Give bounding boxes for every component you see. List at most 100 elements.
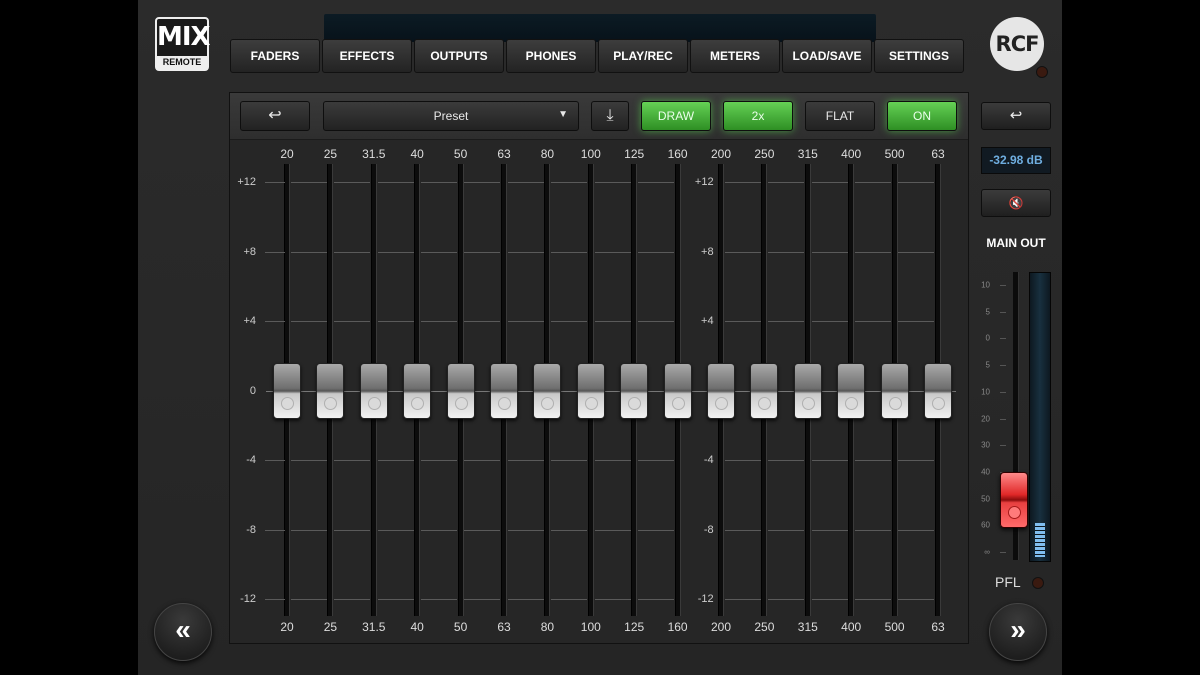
eq-grid-line xyxy=(854,529,891,531)
download-preset-button[interactable]: ⤓ xyxy=(591,101,629,131)
tab-effects[interactable]: EFFECTS xyxy=(322,39,412,73)
eq-grid-line xyxy=(420,529,457,531)
eq-back-button[interactable]: ↩ xyxy=(240,101,310,131)
tab-meters[interactable]: METERS xyxy=(690,39,780,73)
eq-grid-line xyxy=(898,460,935,461)
band-freq-label-top: 50 xyxy=(453,147,468,161)
eq-grid-line xyxy=(768,182,805,183)
band-fader-knob[interactable] xyxy=(576,362,605,419)
band-fader-knob[interactable] xyxy=(837,362,866,419)
band-fader-knob[interactable] xyxy=(880,362,909,419)
eq-grid-line xyxy=(551,529,588,531)
mute-icon: 🔇 xyxy=(1008,196,1024,210)
main-out-scale-label: 20 xyxy=(981,414,990,423)
band-fader-knob[interactable] xyxy=(707,362,735,419)
band-freq-label-bottom: 80 xyxy=(540,620,555,634)
band-freq-label-top: 500 xyxy=(884,147,905,161)
eq-grid-line xyxy=(724,599,761,600)
band-fader-knob[interactable] xyxy=(620,362,649,419)
band-fader-knob[interactable] xyxy=(533,362,562,419)
download-icon: ⤓ xyxy=(606,107,614,124)
eq-grid-line xyxy=(854,321,891,322)
main-out-scale-label: 0 xyxy=(985,333,990,343)
main-out-scale-label: 40 xyxy=(981,467,990,477)
eq-grid-line xyxy=(265,599,285,600)
next-page-button[interactable]: » xyxy=(989,603,1047,661)
tab-settings[interactable]: SETTINGS xyxy=(874,39,964,73)
main-out-scale-tick xyxy=(1000,285,1006,286)
eq-grid-line xyxy=(854,599,891,600)
eq-grid-line xyxy=(334,251,371,253)
db-scale-label: +12 xyxy=(237,176,256,188)
band-fader-knob[interactable] xyxy=(793,362,822,419)
band-freq-label-top: 100 xyxy=(580,147,601,161)
band-fader-knob[interactable] xyxy=(273,362,301,419)
band-freq-label-top: 80 xyxy=(540,147,555,161)
band-fader-knob[interactable] xyxy=(750,362,779,419)
band-freq-label-bottom: 315 xyxy=(797,620,818,634)
tab-load-save[interactable]: LOAD/SAVE xyxy=(782,39,872,73)
tab-play-rec[interactable]: PLAY/REC xyxy=(598,39,688,73)
status-display xyxy=(324,14,876,42)
band-freq-label-bottom: 125 xyxy=(624,620,645,634)
band-fader-knob[interactable] xyxy=(490,362,518,419)
band-freq-label-top: 63 xyxy=(497,147,511,161)
band-fader-knob[interactable] xyxy=(924,362,952,419)
tab-outputs[interactable]: OUTPUTS xyxy=(414,39,504,73)
band-fader-knob[interactable] xyxy=(359,362,388,419)
band-freq-label-bottom: 40 xyxy=(410,620,424,634)
eq-grid-line xyxy=(290,460,327,461)
eq-grid-line xyxy=(637,599,674,600)
chevron-down-icon: ▼ xyxy=(558,109,568,120)
draw-button[interactable]: DRAW xyxy=(641,101,711,131)
db-scale-label: -4 xyxy=(246,454,256,466)
main-out-scale-label: 5 xyxy=(985,307,990,317)
band-freq-label-top: 160 xyxy=(667,147,688,161)
pfl-label: PFL xyxy=(995,574,1021,590)
db-scale-label: +4 xyxy=(243,315,256,327)
eq-grid-line xyxy=(377,251,414,253)
main-out-scale-tick xyxy=(1000,365,1006,367)
db-scale-label: -8 xyxy=(246,523,256,536)
main-out-fader-knob[interactable] xyxy=(1000,471,1028,528)
main-out-scale-label: 5 xyxy=(985,360,990,370)
band-fader-knob[interactable] xyxy=(403,362,432,419)
eq-grid-line xyxy=(420,599,457,600)
eq-grid-line xyxy=(637,251,674,253)
band-fader-knob[interactable] xyxy=(446,362,475,419)
eq-grid-line xyxy=(854,460,891,461)
eq-grid-line xyxy=(507,529,544,531)
eq-grid-line xyxy=(265,321,285,322)
flat-button[interactable]: FLAT xyxy=(805,101,875,131)
main-out-scale-tick xyxy=(1000,338,1006,340)
mute-button[interactable]: 🔇 xyxy=(981,189,1051,217)
tab-phones[interactable]: PHONES xyxy=(506,39,596,73)
mix-remote-logo: MIX REMOTE xyxy=(155,17,211,71)
main-out-back-button[interactable]: ↩ xyxy=(981,102,1051,130)
eq-grid-line xyxy=(854,182,891,183)
eq-grid-line xyxy=(377,529,414,531)
preset-select[interactable]: Preset ▼ xyxy=(323,101,579,131)
band-fader-knob[interactable] xyxy=(316,362,345,419)
eq-grid-line xyxy=(420,460,457,461)
connection-led xyxy=(1036,66,1048,78)
logo-mix-text: MIX xyxy=(157,22,211,52)
preset-label: Preset xyxy=(433,109,469,123)
band-freq-label-top: 31.5 xyxy=(362,147,386,161)
band-freq-label-bottom: 200 xyxy=(710,620,732,634)
eq-on-button[interactable]: ON xyxy=(887,101,957,131)
eq-grid-line xyxy=(420,251,457,253)
2x-button[interactable]: 2x xyxy=(723,101,793,131)
main-out-scale-label: 10 xyxy=(981,387,990,397)
eq-grid-line xyxy=(898,321,935,322)
band-fader-knob[interactable] xyxy=(663,362,692,419)
undo-icon: ↩ xyxy=(268,107,282,124)
eq-grid-line xyxy=(594,321,631,322)
pfl-led[interactable] xyxy=(1032,577,1044,589)
prev-page-button[interactable]: « xyxy=(154,603,212,661)
eq-grid-line xyxy=(464,182,501,183)
eq-grid-line xyxy=(551,460,588,461)
eq-grid-line xyxy=(594,182,631,183)
band-freq-label-top: 25 xyxy=(323,147,338,161)
tab-faders[interactable]: FADERS xyxy=(230,39,320,73)
